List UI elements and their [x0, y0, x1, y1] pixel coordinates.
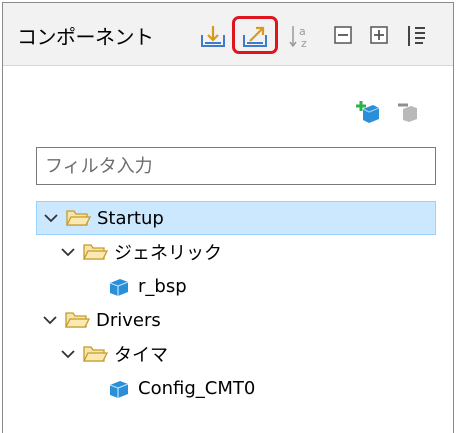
tree-item-label: Startup: [97, 207, 164, 229]
expand-all-icon[interactable]: [365, 23, 393, 49]
filter-input[interactable]: [36, 147, 436, 185]
tree-item-label: r_bsp: [138, 275, 187, 297]
add-component-icon[interactable]: [355, 99, 381, 125]
component-cube-icon: [106, 274, 132, 298]
open-folder-icon: [65, 206, 91, 230]
open-folder-icon: [82, 240, 108, 264]
tree-item-startup[interactable]: Startup: [36, 201, 436, 235]
tree-item-config-cmt0[interactable]: Config_CMT0: [106, 371, 255, 405]
sort-alphabetical-icon[interactable]: a z: [287, 23, 315, 49]
chevron-down-icon[interactable]: [58, 344, 78, 364]
tree-item-drivers[interactable]: Drivers: [40, 303, 161, 337]
tree-item-timer[interactable]: タイマ: [58, 337, 168, 371]
tree-item-label: ジェネリック: [114, 243, 222, 264]
open-folder-icon: [82, 342, 108, 366]
layout-icon[interactable]: [401, 23, 425, 49]
tree-item-label: タイマ: [114, 345, 168, 366]
panel-header: コンポーネント a z: [3, 3, 453, 66]
tree-item-label: Config_CMT0: [138, 377, 256, 399]
tree-item-generic[interactable]: ジェネリック: [58, 235, 222, 269]
panel-title: コンポーネント: [17, 25, 154, 49]
components-panel: コンポーネント a z フィルタ入力 Startup ジェネリック r_bsp …: [2, 2, 454, 433]
tree-item-label: Drivers: [96, 309, 161, 331]
import-icon[interactable]: [199, 23, 227, 49]
svg-text:z: z: [301, 37, 307, 49]
export-highlight-box: [232, 16, 278, 54]
remove-component-icon[interactable]: [395, 99, 421, 125]
chevron-down-icon[interactable]: [40, 310, 60, 330]
collapse-all-icon[interactable]: [329, 23, 357, 49]
chevron-down-icon[interactable]: [41, 208, 61, 228]
open-folder-icon: [64, 308, 90, 332]
component-cube-icon: [106, 376, 132, 400]
tree-item-r-bsp[interactable]: r_bsp: [106, 269, 187, 303]
chevron-down-icon[interactable]: [58, 242, 78, 262]
